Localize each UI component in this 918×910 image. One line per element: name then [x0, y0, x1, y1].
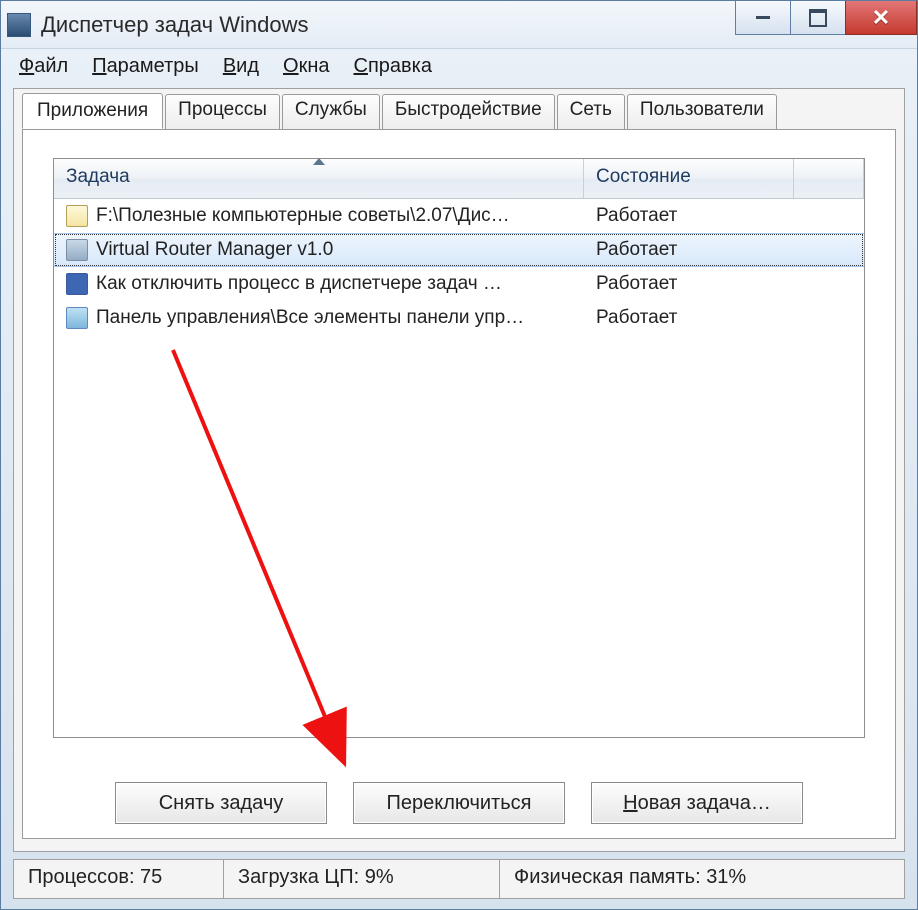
- status-cell: Работает: [584, 307, 794, 329]
- end-task-button[interactable]: Снять задачу: [115, 782, 327, 824]
- folder-icon: [66, 205, 88, 227]
- tabstrip: Приложения Процессы Службы Быстродействи…: [14, 89, 904, 129]
- listview-body: F:\Полезные компьютерные советы\2.07\Дис…: [54, 199, 864, 335]
- column-status[interactable]: Состояние: [584, 159, 794, 198]
- task-manager-window: Диспетчер задач Windows ✕ Файл Параметры…: [0, 0, 918, 910]
- window-buttons: ✕: [736, 1, 917, 48]
- tab-performance[interactable]: Быстродействие: [382, 94, 555, 130]
- tab-users[interactable]: Пользователи: [627, 94, 777, 130]
- table-row[interactable]: F:\Полезные компьютерные советы\2.07\Дис…: [54, 199, 864, 233]
- maximize-button[interactable]: [790, 1, 846, 35]
- task-name: Как отключить процесс в диспетчере задач…: [96, 273, 502, 295]
- client-area: Приложения Процессы Службы Быстродействи…: [13, 88, 905, 852]
- task-name: Панель управления\Все элементы панели уп…: [96, 307, 524, 329]
- column-status-label: Состояние: [596, 166, 691, 187]
- tab-networking[interactable]: Сеть: [557, 94, 625, 130]
- generic-icon: [66, 239, 88, 261]
- new-task-button[interactable]: Новая задача…: [591, 782, 803, 824]
- menubar: Файл Параметры Вид Окна Справка: [1, 49, 917, 88]
- task-name: Virtual Router Manager v1.0: [96, 239, 333, 261]
- table-row[interactable]: Virtual Router Manager v1.0 Работает: [54, 233, 864, 267]
- menu-help[interactable]: Справка: [353, 55, 431, 78]
- titlebar[interactable]: Диспетчер задач Windows ✕: [1, 1, 917, 49]
- table-row[interactable]: Как отключить процесс в диспетчере задач…: [54, 267, 864, 301]
- table-row[interactable]: Панель управления\Все элементы панели уп…: [54, 301, 864, 335]
- status-cell: Работает: [584, 273, 794, 295]
- column-task[interactable]: Задача: [54, 159, 584, 198]
- task-cell: Панель управления\Все элементы панели уп…: [54, 307, 584, 329]
- statusbar: Процессов: 75 Загрузка ЦП: 9% Физическая…: [13, 859, 905, 899]
- tab-applications[interactable]: Приложения: [22, 93, 163, 129]
- status-cell: Работает: [584, 239, 794, 261]
- minimize-button[interactable]: [735, 1, 791, 35]
- menu-view[interactable]: Вид: [223, 55, 259, 78]
- status-processes: Процессов: 75: [14, 860, 224, 898]
- sort-ascending-icon: [313, 158, 325, 165]
- menu-file[interactable]: Файл: [19, 55, 68, 78]
- task-cell: Virtual Router Manager v1.0: [54, 239, 584, 261]
- app-icon: [7, 13, 31, 37]
- menu-options[interactable]: Параметры: [92, 55, 199, 78]
- button-row: Снять задачу Переключиться Новая задача…: [23, 782, 895, 824]
- panel-icon: [66, 307, 88, 329]
- column-task-label: Задача: [66, 166, 130, 187]
- status-memory: Физическая память: 31%: [500, 860, 904, 898]
- switch-to-button[interactable]: Переключиться: [353, 782, 565, 824]
- applications-listview[interactable]: Задача Состояние F:\Полезные компьютерны…: [53, 158, 865, 738]
- tab-services[interactable]: Службы: [282, 94, 380, 130]
- status-cpu: Загрузка ЦП: 9%: [224, 860, 500, 898]
- menu-windows[interactable]: Окна: [283, 55, 329, 78]
- task-cell: Как отключить процесс в диспетчере задач…: [54, 273, 584, 295]
- status-cell: Работает: [584, 205, 794, 227]
- tab-processes[interactable]: Процессы: [165, 94, 280, 130]
- word-icon: [66, 273, 88, 295]
- column-spacer: [794, 159, 864, 198]
- listview-header: Задача Состояние: [54, 159, 864, 199]
- task-name: F:\Полезные компьютерные советы\2.07\Дис…: [96, 205, 510, 227]
- window-title: Диспетчер задач Windows: [41, 12, 736, 38]
- close-button[interactable]: ✕: [845, 1, 917, 35]
- task-cell: F:\Полезные компьютерные советы\2.07\Дис…: [54, 205, 584, 227]
- tab-page-applications: Задача Состояние F:\Полезные компьютерны…: [22, 129, 896, 839]
